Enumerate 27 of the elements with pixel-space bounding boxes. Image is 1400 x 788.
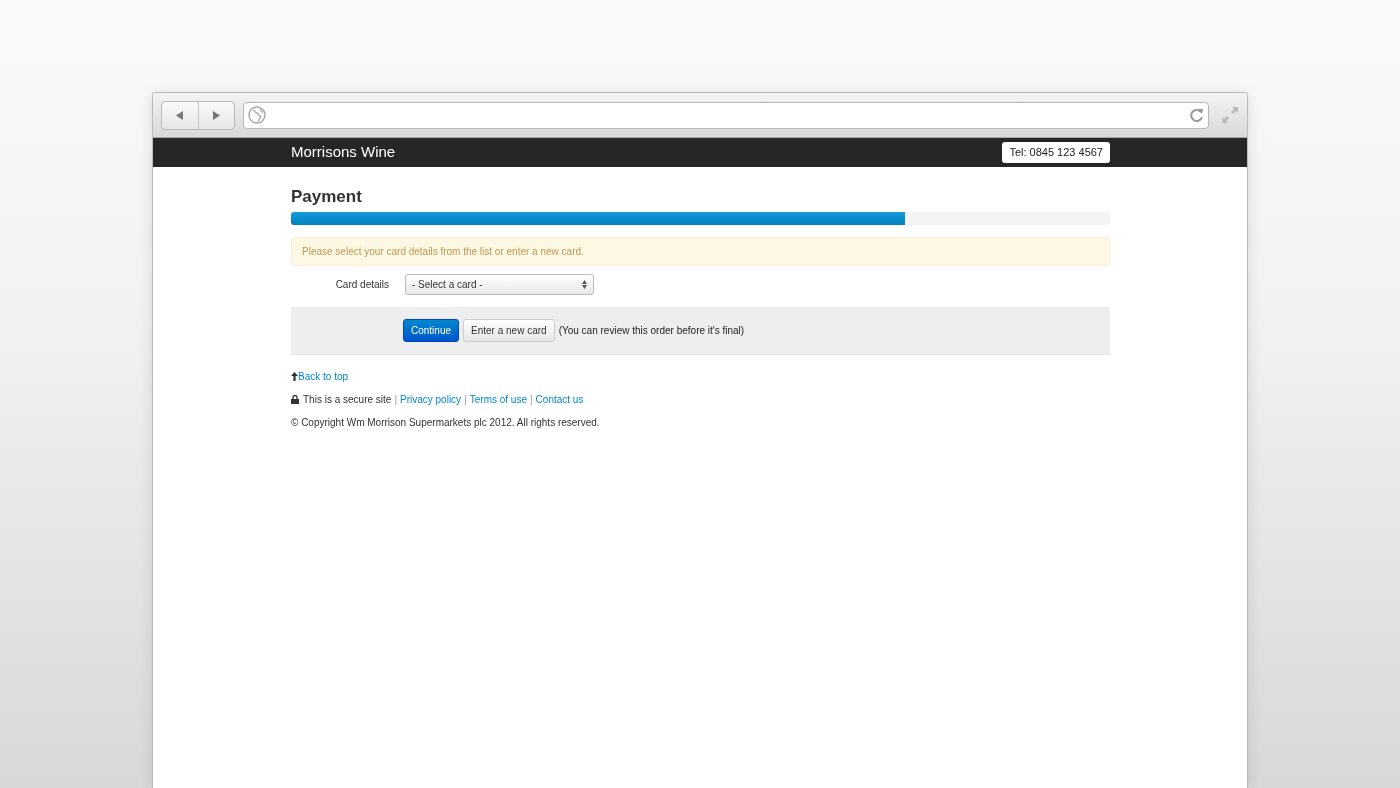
secure-site-text: This is a secure site	[303, 392, 392, 407]
footer-link[interactable]: Terms of use	[469, 391, 527, 407]
review-note: (You can review this order before it's final)	[558, 323, 745, 338]
field-label: Card details	[334, 277, 389, 292]
phone-number: Tel: 0845 123 4567	[1002, 142, 1110, 163]
separator: |	[394, 392, 397, 407]
footer-link[interactable]: Privacy policy	[400, 391, 462, 407]
reload-icon[interactable]	[1189, 107, 1204, 123]
card-select[interactable]: - Select a card -	[405, 273, 594, 295]
new-card-button[interactable]: Enter a new card	[463, 318, 555, 342]
globe-icon	[248, 106, 266, 124]
site-brand[interactable]: Morrisons Wine	[291, 141, 396, 164]
back-to-top-link[interactable]: Back to top	[298, 368, 349, 384]
separator: |	[464, 392, 467, 407]
forward-arrow-icon[interactable]	[212, 110, 220, 120]
address-bar[interactable]	[243, 101, 1209, 129]
separator: |	[530, 392, 533, 407]
footer-link[interactable]: Contact us	[535, 391, 584, 407]
back-arrow-icon[interactable]	[176, 110, 184, 120]
lock-icon	[291, 394, 299, 404]
warning-message: Please select your card details from the list or enter a new card.	[291, 236, 1110, 266]
copyright-text: © Copyright Wm Morrison Supermarkets plc 2012. All rights reserved.	[291, 415, 601, 430]
continue-button[interactable]: Continue	[403, 318, 460, 342]
select-arrows-icon	[582, 279, 587, 289]
up-arrow-icon	[291, 371, 298, 381]
page-title: Payment	[291, 186, 363, 208]
back-forward-buttons[interactable]	[161, 100, 235, 130]
